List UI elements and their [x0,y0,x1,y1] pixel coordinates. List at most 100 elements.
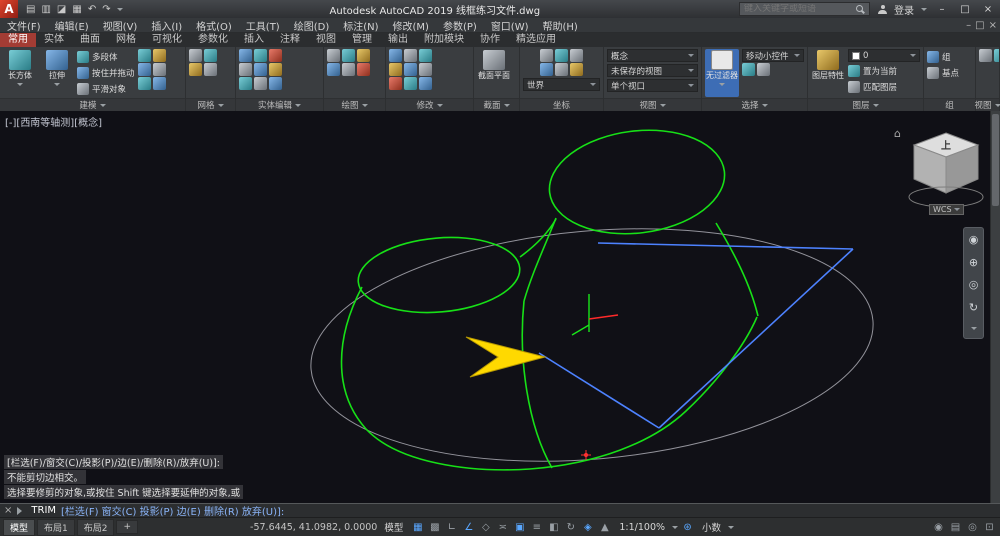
tab-solid[interactable]: 实体 [36,33,72,47]
tab-collaborate[interactable]: 协作 [472,33,508,47]
tab-annotate[interactable]: 注释 [272,33,308,47]
tab-layout1[interactable]: 布局1 [37,518,75,536]
selection-cycling-icon[interactable]: ↻ [563,522,578,533]
transparency-icon[interactable]: ◧ [546,522,561,533]
menu-help[interactable]: 帮助(H) [536,18,585,33]
tool-icon[interactable] [389,63,402,76]
subobject-filter-button[interactable]: 无过滤器 [705,49,739,97]
tool-icon[interactable] [152,49,166,62]
qat-dropdown-icon[interactable] [116,7,123,14]
tab-manage[interactable]: 管理 [344,33,380,47]
panel-label-modeling[interactable]: 建模 [0,98,185,111]
annotation-scale-button[interactable]: 1:1/100% [614,522,670,533]
grid-icon[interactable]: ▦ [410,522,425,533]
tool-icon[interactable] [189,63,202,76]
layer-properties-button[interactable]: 图层特性 [811,49,845,80]
tool-icon[interactable] [539,49,553,62]
doc-restore-button[interactable]: □ [975,20,984,31]
tool-icon[interactable] [269,77,282,90]
section-plane-button[interactable]: 截面平面 [477,49,511,80]
plot-icon[interactable]: ▦ [72,4,81,15]
panel-label-mesh[interactable]: 网格 [186,98,235,111]
tool-icon[interactable] [742,63,755,76]
open-icon[interactable]: ▥ [41,4,50,15]
tool-icon[interactable] [254,49,267,62]
tool-icon[interactable] [327,49,340,62]
menu-draw[interactable]: 绘图(D) [287,18,337,33]
tool-icon[interactable] [254,77,267,90]
save-icon[interactable]: ◪ [57,4,66,15]
panel-label-modify[interactable]: 修改 [386,98,473,111]
command-options[interactable]: [栏选(F) 窗交(C) 投影(P) 边(E) 删除(R) 放弃(U)]: [61,503,284,518]
search-input[interactable] [744,4,852,14]
new-icon[interactable]: ▤ [26,4,35,15]
panel-label-solid-editing[interactable]: 实体编辑 [236,98,323,111]
tool-icon[interactable] [254,63,267,76]
units-precision-button[interactable]: 小数 [697,520,726,534]
tool-icon[interactable] [152,77,166,90]
panel-label-coordinates[interactable]: 坐标 [520,98,603,111]
tool-icon[interactable] [239,63,252,76]
tool-icon[interactable] [269,63,282,76]
smooth-object-button[interactable]: 平滑对象 [77,81,135,96]
vertical-scrollbar[interactable] [990,111,1000,503]
tool-icon[interactable] [994,49,999,62]
navbar-more-icon[interactable] [970,327,977,333]
isodraft-icon[interactable]: ◇ [478,522,493,533]
polysolid-button[interactable]: 多段体 [77,49,135,64]
tool-icon[interactable] [239,77,252,90]
viewport-config-dropdown[interactable]: 单个视口 [607,79,698,92]
wireframe-cylinder-edge-right[interactable] [715,222,759,317]
make-current-button[interactable]: 置为当前 [848,63,920,78]
scrollbar-thumb[interactable] [992,114,999,206]
doc-close-button[interactable]: × [989,20,997,31]
polar-icon[interactable]: ∠ [461,522,476,533]
visual-style-dropdown[interactable]: 概念 [607,49,698,62]
tool-icon[interactable] [404,77,417,90]
menu-file[interactable]: 文件(F) [0,18,48,33]
tab-output[interactable]: 输出 [380,33,416,47]
menu-dimension[interactable]: 标注(N) [336,18,385,33]
tool-icon[interactable] [239,49,252,62]
blue-edge-diagonal[interactable] [658,248,854,429]
panel-label-groups[interactable]: 组 [924,98,975,111]
menu-parametric[interactable]: 参数(P) [436,18,484,33]
ucs-dropdown[interactable]: 世界 [523,78,600,91]
tab-mesh[interactable]: 网格 [108,33,144,47]
command-close-icon[interactable]: × [4,505,12,516]
tool-icon[interactable] [327,63,340,76]
panel-label-draw[interactable]: 绘图 [324,98,385,111]
model-space-canvas[interactable]: [-][西南等轴测][概念] ⌂ 上 WCS ◉ ⊕ ◎ ↻ [栏选(F)/窗交… [0,111,1000,503]
tool-icon[interactable] [357,63,370,76]
menu-modify[interactable]: 修改(M) [386,18,436,33]
viewcube-home-icon[interactable]: ⌂ [894,127,901,140]
wireframe-cylinder-edge-left[interactable] [523,217,557,302]
tool-icon[interactable] [419,63,432,76]
panel-label-selection[interactable]: 选择 [702,98,807,111]
tool-icon[interactable] [389,49,402,62]
isolate-objects-icon[interactable]: ◎ [965,522,980,533]
annotation-monitor-icon[interactable]: ◉ [931,522,946,533]
tab-insert[interactable]: 插入 [236,33,272,47]
wireframe-body-outline[interactable] [340,286,758,471]
ortho-icon[interactable]: ∟ [444,522,459,533]
menu-edit[interactable]: 编辑(E) [48,18,96,33]
tool-icon[interactable] [189,49,202,62]
menu-insert[interactable]: 插入(I) [144,18,189,33]
wireframe-connector-curve[interactable] [519,218,557,258]
window-close-button[interactable]: × [980,4,996,15]
tool-icon[interactable] [757,63,770,76]
tool-icon[interactable] [569,49,583,62]
tab-featured-apps[interactable]: 精选应用 [508,33,564,47]
panel-label-view-controls[interactable]: 视图 [604,98,701,111]
wireframe-top-circle[interactable] [543,121,730,244]
tab-parametric[interactable]: 参数化 [190,33,236,47]
tool-icon[interactable] [554,49,568,62]
doc-minimize-button[interactable]: – [966,20,971,31]
menu-format[interactable]: 格式(O) [189,18,239,33]
gizmo-icon[interactable]: ◈ [580,522,595,533]
basepoint-button[interactable]: 基点 [927,65,959,80]
quick-properties-icon[interactable]: ▤ [948,522,963,533]
tool-icon[interactable] [389,77,402,90]
redo-icon[interactable]: ↷ [102,4,110,15]
